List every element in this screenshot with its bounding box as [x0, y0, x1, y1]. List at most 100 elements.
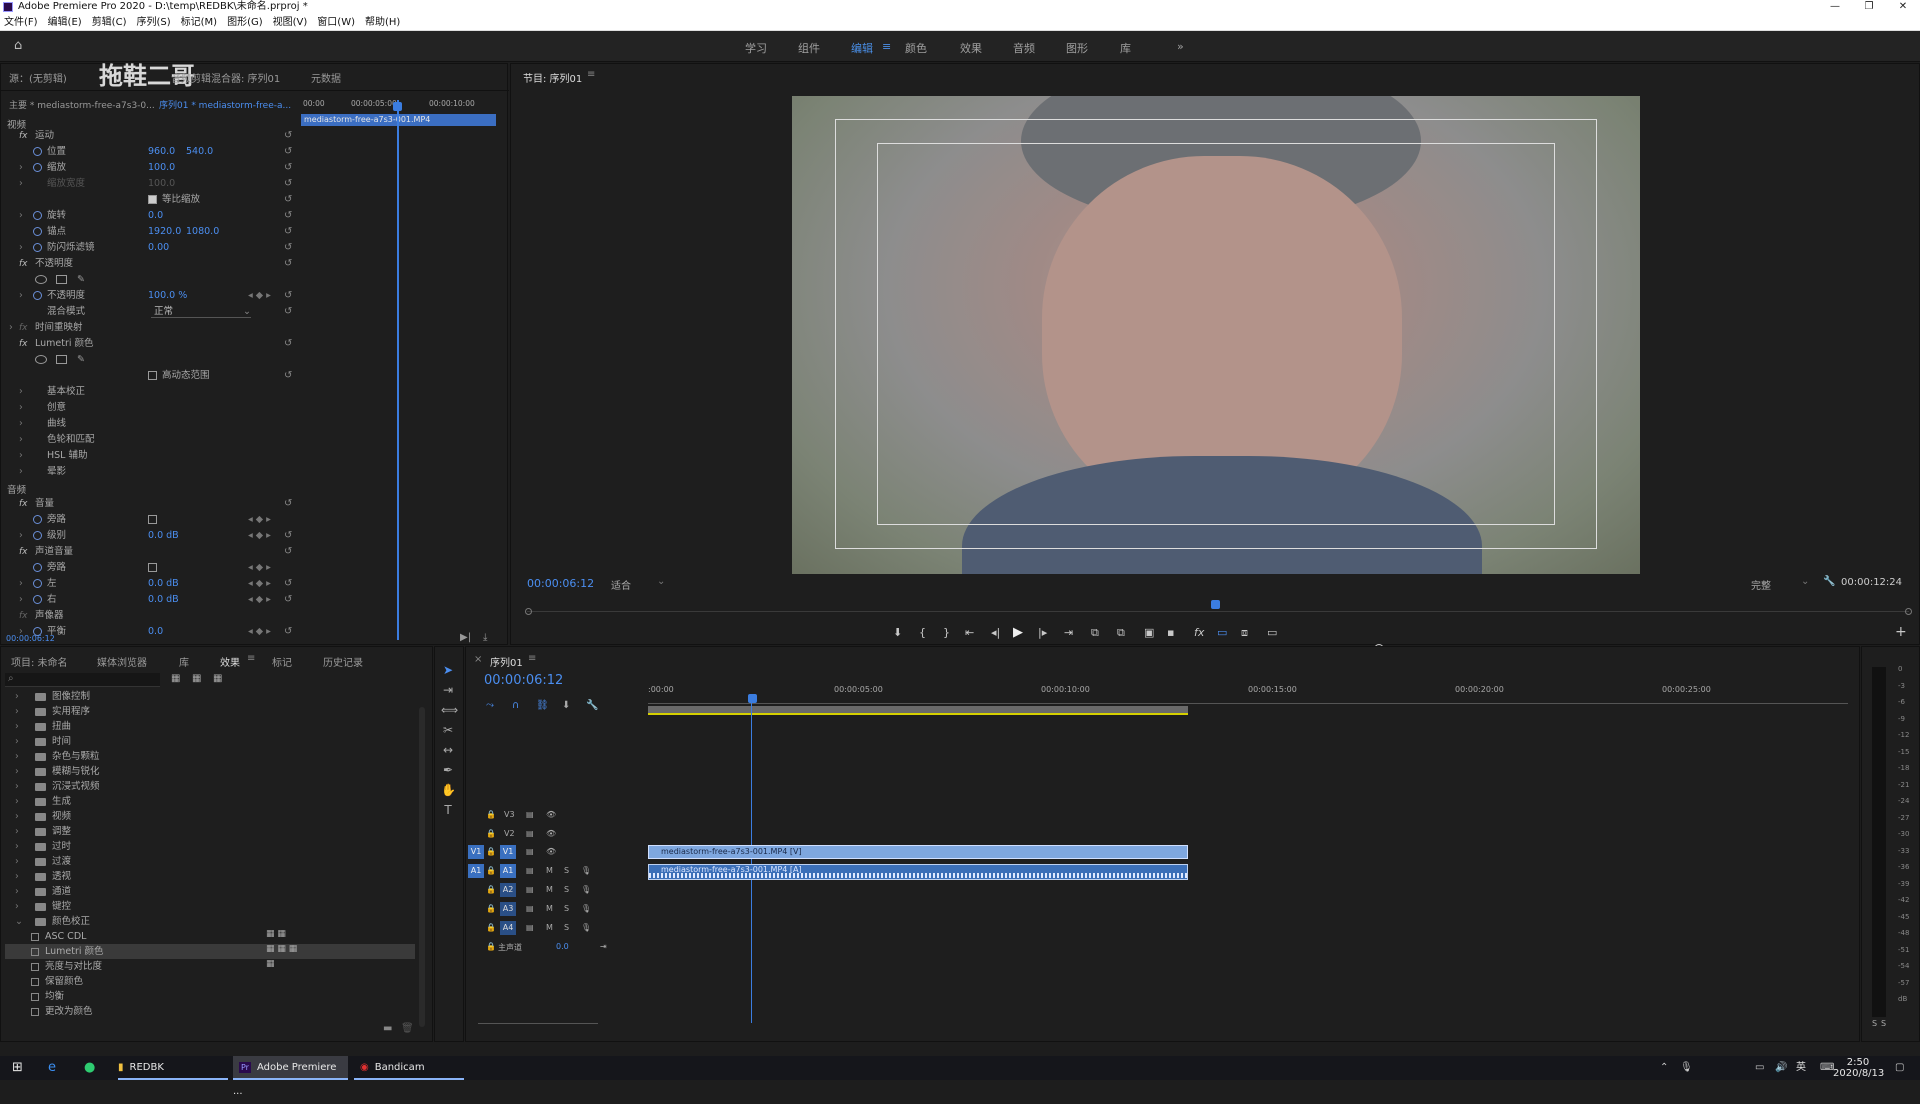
32bit-effects-icon[interactable]: ▦: [192, 673, 201, 684]
video-clip[interactable]: mediastorm-free-a7s3-001.MP4 [V]: [648, 845, 1188, 859]
reset-icon[interactable]: ↺: [284, 144, 292, 160]
reset-icon[interactable]: ↺: [284, 304, 292, 320]
mic-icon[interactable]: 🎙: [1680, 1056, 1693, 1080]
effect-time-remap[interactable]: › fx 时间重映射: [1, 320, 301, 336]
effects-folder[interactable]: › 过时: [15, 839, 71, 854]
stopwatch-icon[interactable]: [33, 227, 42, 236]
timeline-ruler[interactable]: [648, 703, 1848, 704]
ec-playhead-handle[interactable]: [393, 102, 402, 111]
effects-folder[interactable]: › 时间: [15, 734, 71, 749]
lumetri-creative[interactable]: › 创意: [1, 400, 301, 416]
effects-folder[interactable]: › 透视: [15, 869, 71, 884]
expand-arrow-icon[interactable]: ›: [19, 240, 23, 256]
tab-history[interactable]: 历史记录: [323, 654, 363, 669]
lumetri-vignette[interactable]: › 晕影: [1, 464, 301, 480]
effect-opacity[interactable]: fx 不透明度 ↺: [1, 256, 301, 272]
reset-icon[interactable]: ↺: [284, 576, 292, 592]
keyframe-nav-icon[interactable]: ◂ ◆ ▸: [248, 288, 271, 304]
expand-arrow-icon[interactable]: ›: [15, 704, 23, 719]
hand-tool-icon[interactable]: ✋: [441, 783, 456, 797]
effects-folder[interactable]: › 杂色与颗粒: [15, 749, 100, 764]
lumetri-curves[interactable]: › 曲线: [1, 416, 301, 432]
effect-volume[interactable]: fx 音量 ↺: [1, 496, 301, 512]
expand-arrow-icon[interactable]: ›: [9, 320, 13, 336]
effect-item[interactable]: 保留颜色: [31, 974, 83, 989]
zoom-handle-left[interactable]: [525, 608, 532, 615]
bypass-checkbox[interactable]: [148, 563, 157, 572]
expand-arrow-icon[interactable]: ›: [19, 384, 23, 400]
network-icon[interactable]: ▭: [1755, 1056, 1764, 1080]
tab-audio-clip-mixer[interactable]: 音频剪辑混合器: 序列01: [171, 70, 280, 85]
master-clip-label[interactable]: 主要 * mediastorm-free-a7s3-0...: [9, 98, 155, 111]
effect-lumetri[interactable]: fx Lumetri 颜色 ↺: [1, 336, 301, 352]
toggle-sync-icon[interactable]: ▤: [526, 866, 534, 875]
source-patch-v1[interactable]: V1: [468, 845, 484, 859]
timeline-playhead[interactable]: [751, 703, 752, 1023]
expand-arrow-icon[interactable]: ›: [15, 689, 23, 704]
safe-margins-icon[interactable]: ▭: [1217, 626, 1227, 639]
keyframe-nav-icon[interactable]: ◂ ◆ ▸: [248, 512, 271, 528]
mute-button[interactable]: M: [546, 885, 553, 894]
yuv-effects-icon[interactable]: ▦: [213, 673, 222, 684]
go-to-end-icon[interactable]: ⇥: [600, 942, 607, 951]
expand-arrow-icon[interactable]: ›: [19, 400, 23, 416]
panel-menu-icon[interactable]: ≡: [247, 653, 255, 664]
reset-icon[interactable]: ↺: [284, 528, 292, 544]
lumetri-basic[interactable]: › 基本校正: [1, 384, 301, 400]
reset-icon[interactable]: ↺: [284, 128, 292, 144]
reset-icon[interactable]: ↺: [284, 336, 292, 352]
expand-arrow-icon[interactable]: ›: [19, 208, 23, 224]
tab-markers[interactable]: 标记: [272, 654, 292, 669]
maximize-button[interactable]: ❐: [1852, 0, 1886, 14]
workspace-graphics[interactable]: 图形: [1066, 40, 1088, 56]
taskbar-item-bandicam[interactable]: ◉ Bandicam: [354, 1056, 464, 1080]
extract-icon[interactable]: ⧉: [1117, 626, 1125, 640]
home-icon[interactable]: ⌂: [14, 38, 22, 53]
toggle-sync-icon[interactable]: ▤: [526, 847, 534, 856]
toggle-sync-icon[interactable]: ▤: [526, 885, 534, 894]
ellipse-mask-icon[interactable]: [35, 355, 47, 364]
right-value[interactable]: 0.0 dB: [148, 592, 179, 608]
stopwatch-icon[interactable]: [33, 515, 42, 524]
menu-clip[interactable]: 剪辑(C): [92, 14, 127, 30]
wrench-icon[interactable]: 🔧: [1823, 576, 1835, 587]
pen-mask-icon[interactable]: ✎: [77, 352, 85, 368]
eye-icon[interactable]: 👁: [546, 810, 556, 819]
razor-tool-icon[interactable]: ✂: [441, 723, 455, 737]
effect-item[interactable]: 均衡: [31, 989, 64, 1004]
reset-icon[interactable]: ↺: [284, 208, 292, 224]
expand-arrow-icon[interactable]: ›: [15, 764, 23, 779]
panel-menu-icon[interactable]: ≡: [528, 653, 536, 664]
reset-icon[interactable]: ↺: [284, 224, 292, 240]
panel-menu-icon[interactable]: ≡: [587, 69, 595, 80]
ime-indicator[interactable]: 英: [1796, 1056, 1806, 1080]
add-marker-icon[interactable]: ⬇: [562, 700, 570, 711]
meter-solo-right[interactable]: S: [1881, 1019, 1886, 1028]
expand-arrow-icon[interactable]: ›: [19, 160, 23, 176]
snap-icon[interactable]: ∩: [512, 700, 519, 711]
effects-folder[interactable]: › 视频: [15, 809, 71, 824]
expand-arrow-icon[interactable]: ›: [15, 779, 23, 794]
workspace-learn[interactable]: 学习: [745, 40, 767, 56]
eye-icon[interactable]: 👁: [546, 829, 556, 838]
effects-scrollbar[interactable]: [419, 707, 425, 1027]
track-label[interactable]: V1: [500, 845, 516, 859]
opacity-value[interactable]: 100.0 %: [148, 288, 187, 304]
program-timecode[interactable]: 00:00:06:12: [527, 577, 594, 590]
taskbar-item-folder[interactable]: ▮ REDBK: [118, 1056, 228, 1080]
stopwatch-icon[interactable]: [33, 211, 42, 220]
program-playhead[interactable]: [1211, 600, 1220, 609]
tab-source[interactable]: 源：(无剪辑): [9, 70, 67, 85]
effects-folder[interactable]: › 图像控制: [15, 689, 90, 704]
lumetri-hsl[interactable]: › HSL 辅助: [1, 448, 301, 464]
tab-effects[interactable]: 效果: [220, 654, 240, 669]
new-bin-icon[interactable]: ▬: [383, 1023, 392, 1034]
track-select-tool-icon[interactable]: ⇥: [441, 683, 455, 697]
reset-icon[interactable]: ↺: [284, 240, 292, 256]
mute-button[interactable]: M: [546, 923, 553, 932]
ec-timecode[interactable]: 00:00:06:12: [6, 634, 55, 643]
accelerated-effects-icon[interactable]: ▦: [171, 673, 180, 684]
insert-overlay-icon[interactable]: ▪: [1167, 626, 1174, 639]
effects-folder[interactable]: › 实用程序: [15, 704, 90, 719]
anchor-y[interactable]: 1080.0: [186, 224, 219, 240]
